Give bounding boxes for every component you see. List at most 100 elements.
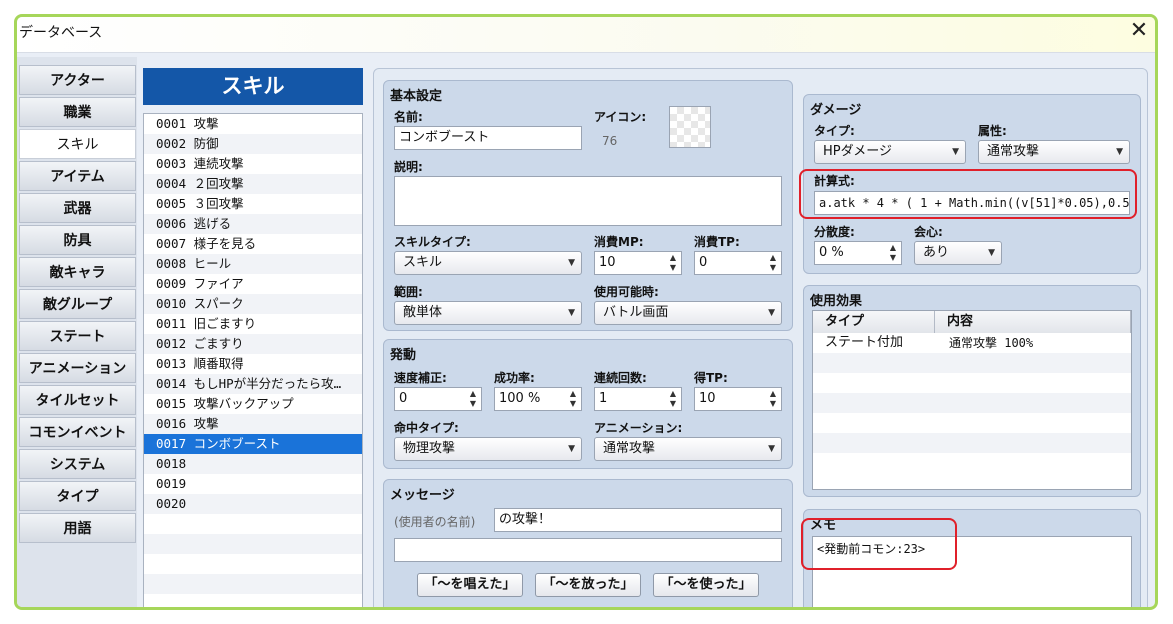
icon-picker[interactable] bbox=[669, 106, 711, 148]
tp-gain-stepper[interactable]: 10 ▲ ▼ bbox=[694, 387, 782, 411]
close-button[interactable]: ✕ bbox=[1125, 19, 1153, 45]
damage-type-select[interactable]: HPダメージ ▼ bbox=[814, 140, 966, 164]
list-item[interactable]: 0014 もしHPが半分だったら攻… bbox=[144, 374, 362, 394]
scope-select[interactable]: 敵単体 ▼ bbox=[394, 301, 582, 325]
list-item[interactable]: 0002 防御 bbox=[144, 134, 362, 154]
hit-type-select[interactable]: 物理攻撃 ▼ bbox=[394, 437, 582, 461]
table-row[interactable] bbox=[813, 373, 1131, 393]
spin-arrows-icon[interactable]: ▲ ▼ bbox=[888, 243, 898, 263]
animation-value: 通常攻撃 bbox=[603, 441, 656, 456]
element-label: 属性: bbox=[978, 124, 1007, 138]
spin-arrows-icon[interactable]: ▲ ▼ bbox=[668, 253, 678, 273]
basic-settings-title: 基本設定 bbox=[390, 89, 443, 104]
description-field[interactable] bbox=[394, 176, 782, 226]
chevron-down-icon: ▼ bbox=[988, 248, 995, 258]
effect-type-cell: ステート付加 bbox=[825, 335, 904, 350]
sidebar-item[interactable]: スキル bbox=[19, 129, 136, 159]
table-row[interactable] bbox=[813, 393, 1131, 413]
category-sidebar: アクター 職業 スキル アイテム 武器 防具 敵キャラ 敵グループ ステート アニメーション タイル… bbox=[17, 57, 137, 607]
list-item-empty bbox=[144, 574, 362, 594]
list-item[interactable]: 0010 スパーク bbox=[144, 294, 362, 314]
list-item[interactable]: 0013 順番取得 bbox=[144, 354, 362, 374]
use-message-button[interactable]: 「～を使った」 bbox=[653, 573, 759, 597]
repeats-stepper[interactable]: 1 ▲ ▼ bbox=[594, 387, 682, 411]
close-icon: ✕ bbox=[1129, 18, 1149, 43]
spin-arrows-icon[interactable]: ▲ ▼ bbox=[568, 389, 578, 409]
sidebar-item[interactable]: 用語 bbox=[19, 513, 136, 543]
sidebar-item[interactable]: ステート bbox=[19, 321, 136, 351]
list-item[interactable]: 0004 ２回攻撃 bbox=[144, 174, 362, 194]
mp-cost-value: 10 bbox=[599, 255, 616, 270]
success-rate-label: 成功率: bbox=[494, 371, 535, 385]
invocation-panel: 発動 速度補正: 0 ▲ ▼ 成功率: 100 % ▲ ▼ 連続回数: 1 ▲ ▼ 得TP:… bbox=[383, 339, 793, 469]
spin-arrows-icon[interactable]: ▲ ▼ bbox=[768, 389, 778, 409]
sidebar-item[interactable]: タイプ bbox=[19, 481, 136, 511]
scope-label: 範囲: bbox=[394, 285, 423, 299]
message-line1-field[interactable]: の攻撃！ bbox=[494, 508, 782, 532]
sidebar-item[interactable]: コモンイベント bbox=[19, 417, 136, 447]
hit-type-label: 命中タイプ: bbox=[394, 421, 459, 435]
animation-select[interactable]: 通常攻撃 ▼ bbox=[594, 437, 782, 461]
list-item-empty bbox=[144, 534, 362, 554]
list-item[interactable]: 0019 bbox=[144, 474, 362, 494]
sidebar-item[interactable]: 武器 bbox=[19, 193, 136, 223]
sidebar-item[interactable]: 職業 bbox=[19, 97, 136, 127]
database-window: データベース ✕ アクター 職業 スキル アイテム 武器 防具 敵キャラ 敵グループ ステートア… bbox=[14, 14, 1158, 610]
tp-cost-stepper[interactable]: 0 ▲ ▼ bbox=[694, 251, 782, 275]
message-panel: メッセージ (使用者の名前) の攻撃！ 「～を唱えた」 「～を放った」 「～を使… bbox=[383, 479, 793, 607]
table-row[interactable] bbox=[813, 453, 1131, 473]
list-item[interactable]: 0015 攻撃バックアップ bbox=[144, 394, 362, 414]
mp-cost-stepper[interactable]: 10 ▲ ▼ bbox=[594, 251, 682, 275]
list-item[interactable]: 0001 攻撃 bbox=[144, 114, 362, 134]
list-item[interactable]: 0007 様子を見る bbox=[144, 234, 362, 254]
skill-list[interactable]: 0001 攻撃 0002 防御 0003 連続攻撃 0004 ２回攻撃 0005 ３回攻… bbox=[143, 113, 363, 607]
spin-arrows-icon[interactable]: ▲ ▼ bbox=[668, 389, 678, 409]
spin-arrows-icon[interactable]: ▲ ▼ bbox=[768, 253, 778, 273]
list-item[interactable]: 0012 ごますり bbox=[144, 334, 362, 354]
sidebar-item[interactable]: アイテム bbox=[19, 161, 136, 191]
invocation-title: 発動 bbox=[390, 348, 417, 363]
effects-table[interactable]: タイプ 内容 ステート付加 通常攻撃 100% bbox=[812, 310, 1132, 490]
speed-value: 0 bbox=[399, 391, 408, 406]
speed-stepper[interactable]: 0 ▲ ▼ bbox=[394, 387, 482, 411]
sidebar-item[interactable]: アニメーション bbox=[19, 353, 136, 383]
list-item[interactable]: 0005 ３回攻撃 bbox=[144, 194, 362, 214]
variance-stepper[interactable]: 0 % ▲ ▼ bbox=[814, 241, 902, 265]
cast-message-button[interactable]: 「～を唱えた」 bbox=[417, 573, 523, 597]
sidebar-item[interactable]: システム bbox=[19, 449, 136, 479]
icon-index: 76 bbox=[602, 134, 618, 148]
table-row[interactable]: ステート付加 通常攻撃 100% bbox=[813, 333, 1131, 353]
list-item[interactable]: 0003 連続攻撃 bbox=[144, 154, 362, 174]
sidebar-item[interactable]: 敵グループ bbox=[19, 289, 136, 319]
list-item[interactable]: 0011 旧ごますり bbox=[144, 314, 362, 334]
skill-type-select[interactable]: スキル ▼ bbox=[394, 251, 582, 275]
title-bar: データベース ✕ bbox=[17, 17, 1155, 53]
message-line2-field[interactable] bbox=[394, 538, 782, 562]
list-item[interactable]: 0018 bbox=[144, 454, 362, 474]
list-item[interactable]: 0008 ヒール bbox=[144, 254, 362, 274]
variance-value: 0 % bbox=[819, 245, 844, 260]
sidebar-item[interactable]: アクター bbox=[19, 65, 136, 95]
occasion-select[interactable]: バトル画面 ▼ bbox=[594, 301, 782, 325]
list-item[interactable]: 0016 攻撃 bbox=[144, 414, 362, 434]
fire-message-button[interactable]: 「～を放った」 bbox=[535, 573, 641, 597]
spin-arrows-icon[interactable]: ▲ ▼ bbox=[468, 389, 478, 409]
element-select[interactable]: 通常攻撃 ▼ bbox=[978, 140, 1130, 164]
table-row[interactable] bbox=[813, 353, 1131, 373]
occasion-value: バトル画面 bbox=[603, 305, 669, 320]
table-row[interactable] bbox=[813, 413, 1131, 433]
list-item[interactable]: 0006 逃げる bbox=[144, 214, 362, 234]
list-item[interactable]: 0020 bbox=[144, 494, 362, 514]
list-item[interactable]: 0009 ファイア bbox=[144, 274, 362, 294]
sidebar-item[interactable]: 防具 bbox=[19, 225, 136, 255]
basic-settings-panel: 基本設定 名前: コンボブースト アイコン: 76 説明: スキルタイプ: スキ… bbox=[383, 80, 793, 331]
critical-select[interactable]: あり ▼ bbox=[914, 241, 1002, 265]
chevron-down-icon: ▼ bbox=[768, 444, 775, 454]
list-item[interactable]: 0017 コンボブースト bbox=[144, 434, 362, 454]
sidebar-item[interactable]: 敵キャラ bbox=[19, 257, 136, 287]
name-field[interactable]: コンボブースト bbox=[394, 126, 582, 150]
table-row[interactable] bbox=[813, 433, 1131, 453]
sidebar-item[interactable]: タイルセット bbox=[19, 385, 136, 415]
damage-type-value: HPダメージ bbox=[823, 144, 892, 159]
success-rate-stepper[interactable]: 100 % ▲ ▼ bbox=[494, 387, 582, 411]
